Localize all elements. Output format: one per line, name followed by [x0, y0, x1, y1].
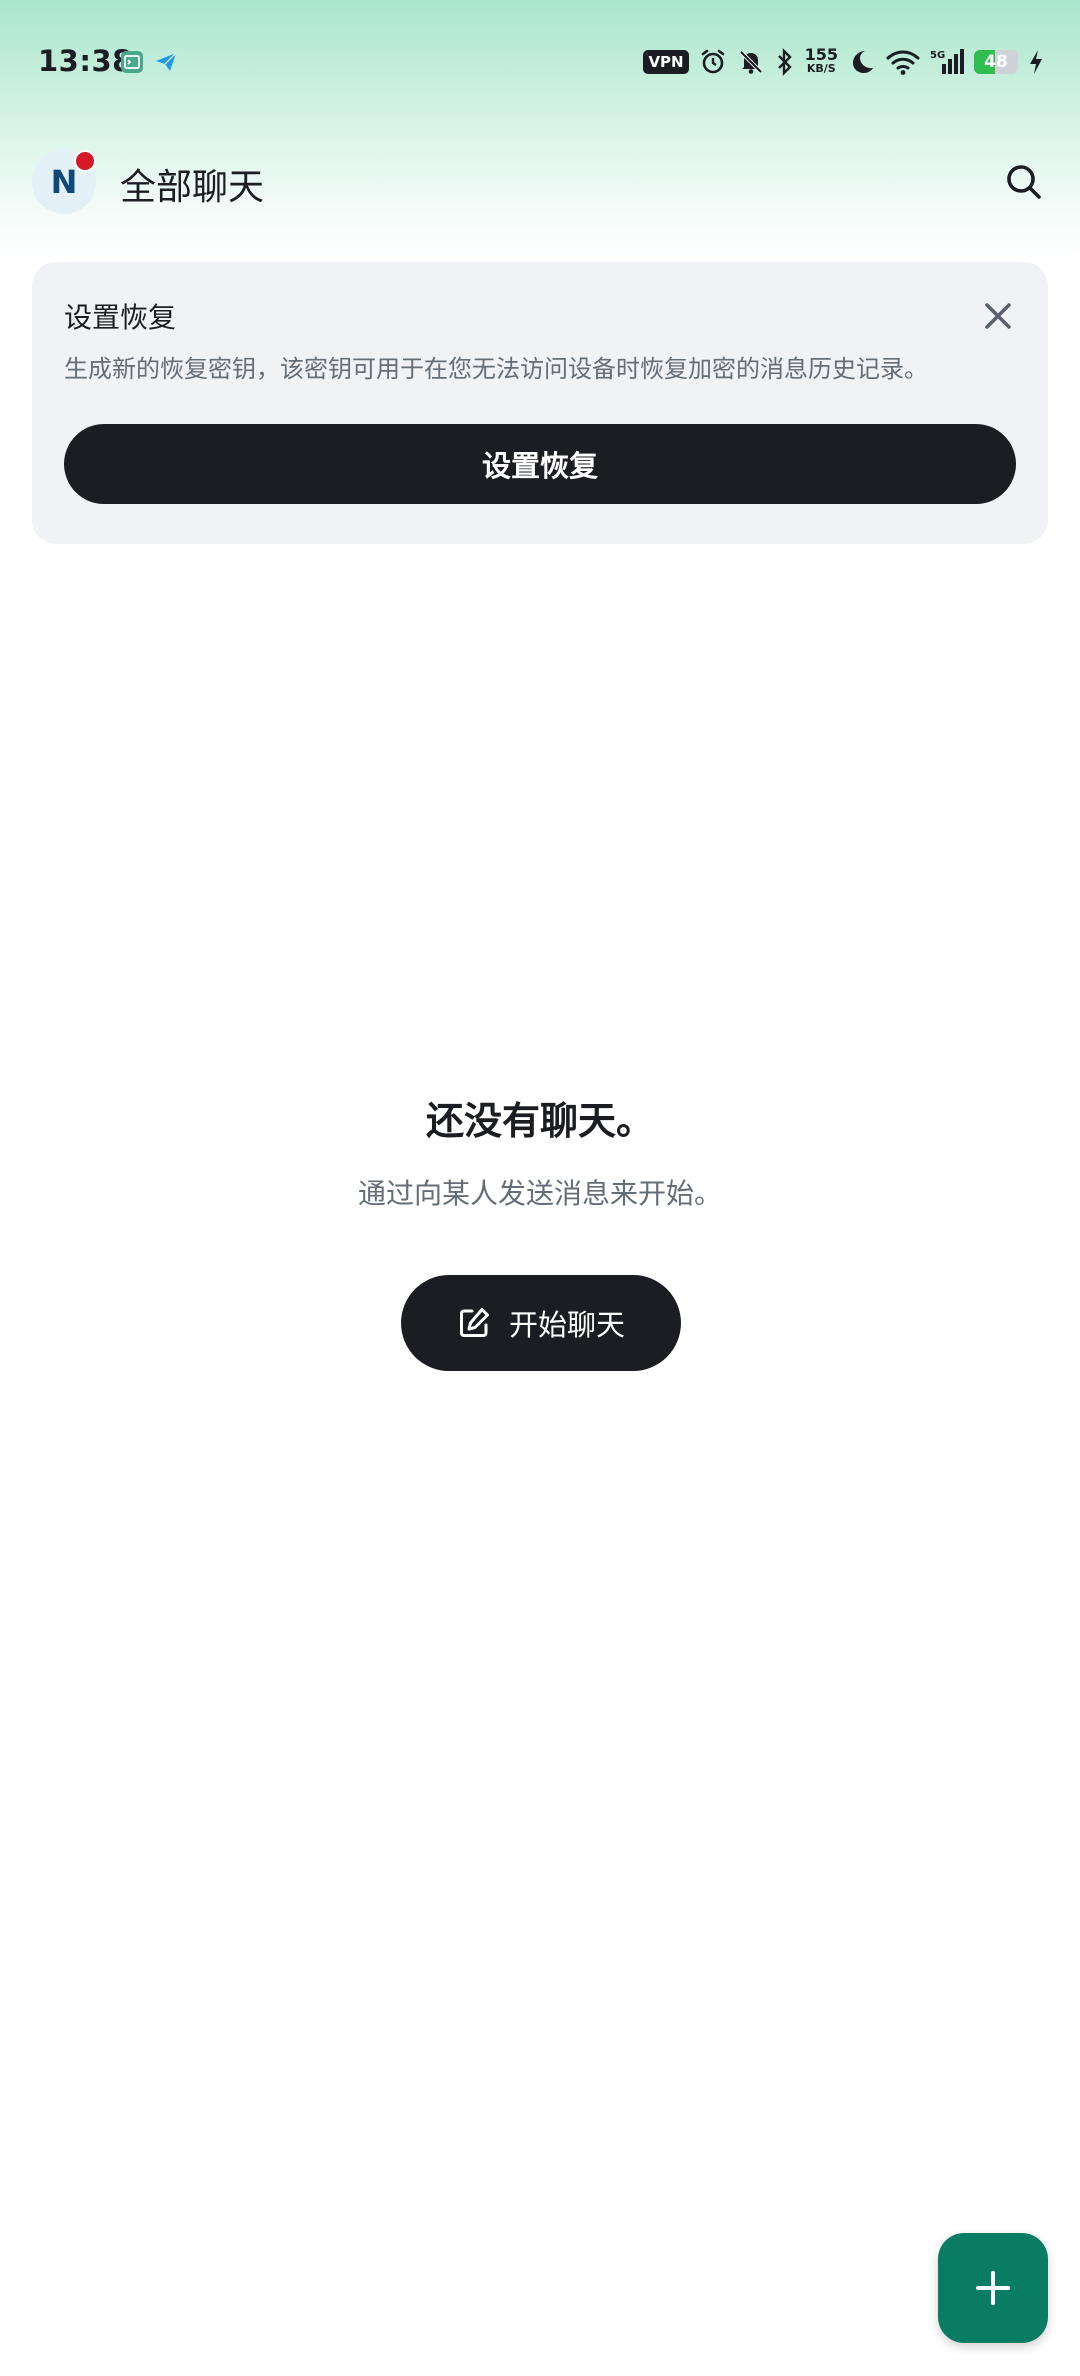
recovery-card-title: 设置恢复: [64, 301, 177, 334]
empty-state-subtitle: 通过向某人发送消息来开始。: [357, 1177, 722, 1210]
app-header: N 全部聊天: [0, 140, 1080, 224]
network-type-label: 5G: [930, 50, 945, 61]
battery-level: 48: [984, 52, 1008, 72]
vpn-badge: VPN: [643, 50, 689, 74]
terminal-app-icon: [120, 50, 144, 74]
setup-recovery-button[interactable]: 设置恢复: [64, 424, 1016, 504]
alarm-icon: [699, 48, 727, 76]
close-icon: [985, 303, 1011, 329]
battery-indicator: 48: [974, 50, 1018, 74]
plus-icon: [976, 2271, 1010, 2305]
paper-plane-icon: [154, 50, 178, 74]
status-time: 13:38: [38, 44, 133, 78]
moon-icon: [848, 48, 876, 76]
wifi-icon: [886, 48, 920, 76]
bluetooth-icon: [775, 48, 795, 76]
avatar-letter: N: [50, 163, 78, 201]
empty-state-title: 还没有聊天。: [425, 1099, 654, 1143]
cellular-signal-icon: 5G: [930, 48, 964, 76]
status-notification-icons: [120, 50, 178, 74]
search-button[interactable]: [998, 156, 1050, 208]
dismiss-recovery-button[interactable]: [976, 294, 1020, 338]
bell-muted-icon: [737, 48, 765, 76]
user-avatar[interactable]: N: [32, 150, 96, 214]
page-title: 全部聊天: [120, 167, 265, 208]
new-chat-fab[interactable]: [938, 2233, 1048, 2343]
start-chat-label: 开始聊天: [508, 1308, 625, 1342]
status-bar: 13:38 VPN 155 KB/S 5G 48: [0, 0, 1080, 128]
status-system-icons: VPN 155 KB/S 5G 48: [643, 45, 1044, 76]
charging-bolt-icon: [1028, 48, 1044, 76]
setup-recovery-card: 设置恢复 生成新的恢复密钥，该密钥可用于在您无法访问设备时恢复加密的消息历史记录…: [32, 262, 1048, 544]
network-speed: 155 KB/S: [804, 45, 838, 76]
recovery-card-description: 生成新的恢复密钥，该密钥可用于在您无法访问设备时恢复加密的消息历史记录。: [64, 355, 928, 383]
search-icon: [1007, 165, 1041, 199]
compose-icon: [459, 1308, 489, 1337]
start-chat-button[interactable]: 开始聊天: [401, 1275, 681, 1371]
notification-dot: [74, 150, 96, 172]
